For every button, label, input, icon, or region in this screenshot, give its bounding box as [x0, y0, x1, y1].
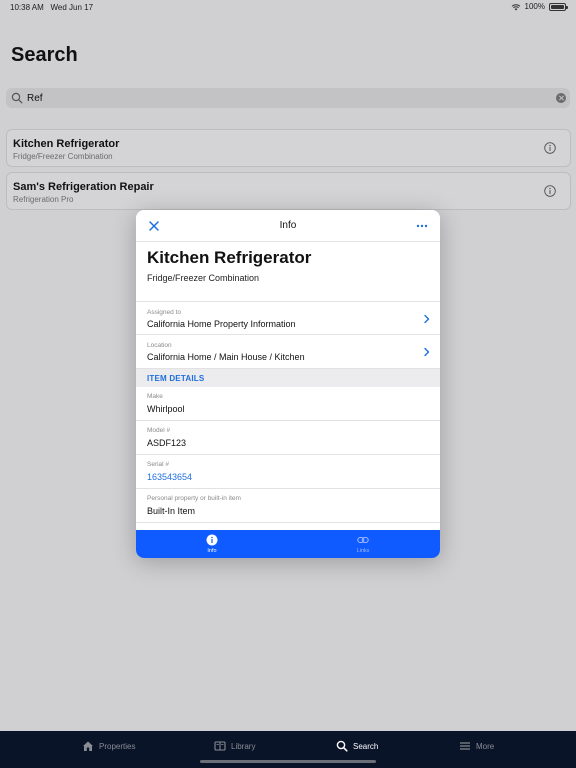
- result-subtitle: Fridge/Freezer Combination: [13, 152, 113, 161]
- modal-header: Info: [136, 210, 440, 242]
- field-label: Serial #: [147, 461, 170, 468]
- field-label: Assigned to: [147, 309, 181, 316]
- link-icon: [357, 536, 369, 544]
- search-result-item[interactable]: Sam's Refrigeration Repair Refrigeration…: [6, 172, 571, 210]
- tab-label: More: [476, 741, 495, 751]
- tab-properties[interactable]: Properties: [82, 740, 135, 752]
- page-title: Search: [11, 44, 78, 66]
- result-title: Kitchen Refrigerator: [13, 138, 120, 150]
- info-icon: [206, 534, 218, 546]
- search-input[interactable]: [27, 89, 556, 107]
- field-value: Built-In Item: [147, 506, 196, 516]
- menu-icon: [460, 742, 470, 750]
- result-title: Sam's Refrigeration Repair: [13, 181, 154, 193]
- clear-search-icon[interactable]: [556, 93, 566, 103]
- modal-title: Info: [279, 220, 297, 231]
- tab-label: Info: [207, 548, 217, 554]
- tab-label: Search: [353, 741, 379, 751]
- tab-library[interactable]: Library: [214, 740, 255, 752]
- info-icon[interactable]: [544, 142, 556, 154]
- wifi-icon: [511, 3, 520, 10]
- make-row: Make Whirlpool: [136, 387, 440, 421]
- chevron-right-icon: [424, 314, 430, 324]
- status-right: 100%: [511, 2, 568, 11]
- field-value: California Home / Main House / Kitchen: [147, 352, 305, 362]
- item-info-modal: Info Kitchen Refrigerator Fridge/Freezer…: [136, 210, 440, 558]
- location-row[interactable]: Location California Home / Main House / …: [136, 335, 440, 369]
- model-row: Model # ASDF123: [136, 421, 440, 455]
- result-subtitle: Refrigeration Pro: [13, 195, 74, 204]
- tab-search[interactable]: Search: [336, 740, 378, 752]
- item-subtitle: Fridge/Freezer Combination: [147, 273, 260, 283]
- modal-tab-bar: Info Links: [136, 530, 440, 558]
- section-header-item-details: ITEM DETAILS: [136, 369, 440, 387]
- assigned-to-row[interactable]: Assigned to California Home Property Inf…: [136, 301, 440, 335]
- info-icon[interactable]: [544, 185, 556, 197]
- serial-row[interactable]: Serial # 163543654: [136, 455, 440, 489]
- field-label: Location: [147, 342, 172, 349]
- tab-label: Links: [356, 548, 370, 554]
- battery-icon: [549, 2, 568, 11]
- field-label: Make: [147, 393, 163, 400]
- tab-label: Properties: [99, 741, 136, 751]
- field-value: ASDF123: [147, 438, 187, 448]
- search-icon: [336, 740, 348, 752]
- tab-more[interactable]: More: [459, 740, 494, 752]
- field-value: Whirlpool: [147, 404, 185, 414]
- search-result-item[interactable]: Kitchen Refrigerator Fridge/Freezer Comb…: [6, 129, 571, 167]
- tab-info[interactable]: Info: [182, 534, 242, 554]
- field-label: Model #: [147, 427, 171, 434]
- home-icon: [83, 741, 93, 751]
- more-icon[interactable]: [416, 220, 428, 232]
- library-icon: [214, 741, 226, 751]
- property-type-row: Personal property or built-in item Built…: [136, 489, 440, 523]
- search-icon: [11, 92, 23, 104]
- chevron-right-icon: [424, 347, 430, 357]
- section-title: ITEM DETAILS: [147, 374, 205, 383]
- tab-label: Library: [231, 741, 256, 751]
- status-bar: 10:38 AM Wed Jun 17 100%: [0, 0, 576, 16]
- status-time: 10:38 AM Wed Jun 17: [10, 3, 94, 12]
- search-bar[interactable]: [6, 88, 570, 108]
- field-value: California Home Property Information: [147, 319, 296, 329]
- battery-percent: 100%: [524, 2, 545, 11]
- home-indicator: [200, 760, 376, 763]
- serial-link[interactable]: 163543654: [147, 472, 192, 482]
- item-title: Kitchen Refrigerator: [147, 248, 312, 267]
- tab-links[interactable]: Links: [333, 534, 393, 554]
- field-label: Personal property or built-in item: [147, 495, 241, 502]
